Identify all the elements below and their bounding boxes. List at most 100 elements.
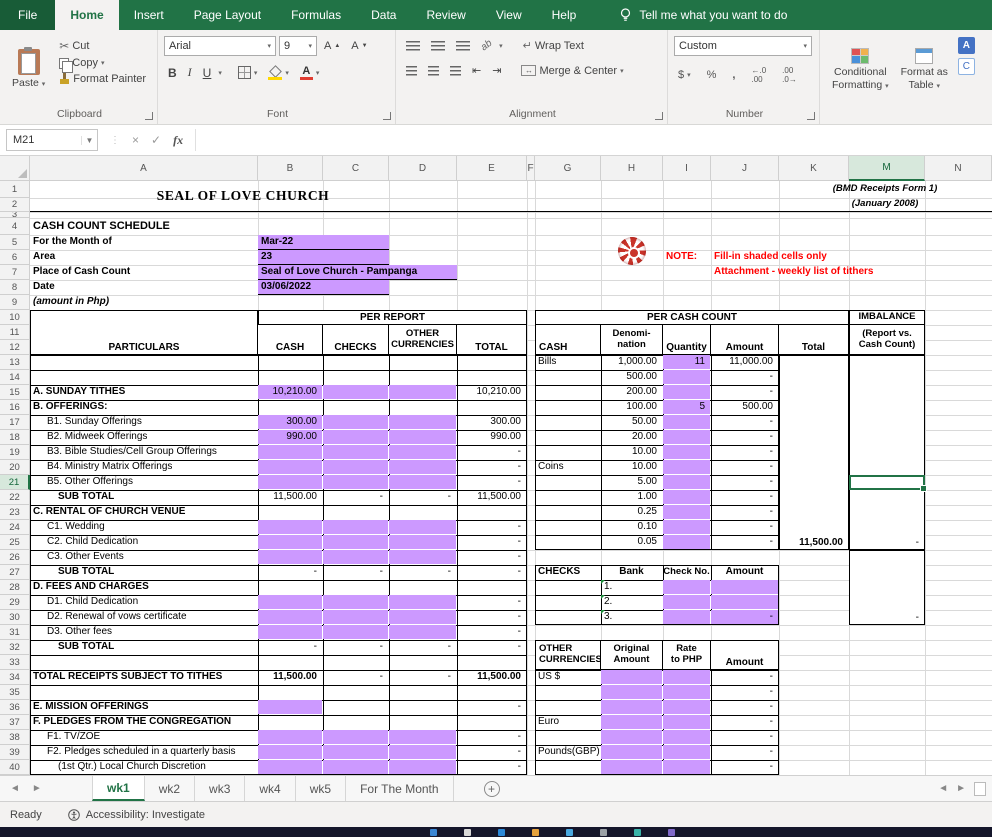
cell-I23[interactable]: [663, 505, 710, 519]
cell-H19[interactable]: 10.00: [601, 445, 662, 459]
cell-E15[interactable]: 10,210.00: [457, 385, 526, 399]
row-header-4[interactable]: 4: [0, 218, 30, 235]
cell-M26[interactable]: -: [849, 550, 925, 625]
cell-E22[interactable]: 11,500.00: [457, 490, 526, 504]
cell-A34[interactable]: TOTAL RECEIPTS SUBJECT TO TITHES: [30, 670, 257, 684]
cell-I20[interactable]: [663, 460, 710, 474]
cell-K1[interactable]: (BMD Receipts Form 1): [779, 181, 991, 197]
cell-A19[interactable]: B3. Bible Studies/Cell Group Offerings: [30, 445, 257, 459]
cell-I19[interactable]: [663, 445, 710, 459]
align-middle-button[interactable]: [427, 39, 449, 53]
cell-A28[interactable]: D. FEES AND CHARGES: [30, 580, 257, 594]
cell-H17[interactable]: 50.00: [601, 415, 662, 429]
cell-E31[interactable]: -: [457, 625, 526, 639]
cell-D22[interactable]: -: [389, 490, 456, 504]
cell-B29[interactable]: [258, 595, 322, 609]
row-header-16[interactable]: 16: [0, 400, 30, 415]
spreadsheet-grid[interactable]: SEAL OF LOVE CHURCH (BMD Receipts Form 1)…: [30, 181, 992, 775]
cell-A17[interactable]: B1. Sunday Offerings: [30, 415, 257, 429]
cell-A37[interactable]: F. PLEDGES FROM THE CONGREGATION: [30, 715, 257, 729]
row-header-18[interactable]: 18: [0, 430, 30, 445]
confirm-entry-button[interactable]: ✓: [151, 133, 161, 147]
row-header-37[interactable]: 37: [0, 715, 30, 730]
cell-I24[interactable]: [663, 520, 710, 534]
cell-J18[interactable]: -: [711, 430, 778, 444]
cell-H36[interactable]: [601, 700, 662, 714]
tell-me-box[interactable]: Tell me what you want to do: [619, 0, 787, 30]
cell-I21[interactable]: [663, 475, 710, 489]
row-header-8[interactable]: 8: [0, 280, 30, 295]
cell-D32[interactable]: -: [389, 640, 456, 654]
cell-B39[interactable]: [258, 745, 322, 759]
cell-B25[interactable]: [258, 535, 322, 549]
cell-A40[interactable]: (1st Qtr.) Local Church Discretion: [30, 760, 257, 774]
cell-M10[interactable]: IMBALANCE: [849, 310, 925, 325]
row-header-29[interactable]: 29: [0, 595, 30, 610]
hscroll-right-icon[interactable]: ►: [956, 783, 966, 794]
name-box-caret-icon[interactable]: ▼: [81, 135, 97, 145]
cell-E27[interactable]: -: [457, 565, 526, 579]
cell-B24[interactable]: [258, 520, 322, 534]
cell-A31[interactable]: D3. Other fees: [30, 625, 257, 639]
sheet-nav-right-icon[interactable]: ►: [32, 783, 42, 794]
cell-I18[interactable]: [663, 430, 710, 444]
row-header-25[interactable]: 25: [0, 535, 30, 550]
cell-J27[interactable]: Amount: [711, 565, 778, 579]
ribbon-tab-help[interactable]: Help: [537, 0, 592, 30]
column-header-E[interactable]: E: [457, 156, 527, 181]
row-header-11[interactable]: 11: [0, 325, 30, 340]
cell-I14[interactable]: [663, 370, 710, 384]
cell-J35[interactable]: -: [711, 685, 778, 699]
ribbon-tab-insert[interactable]: Insert: [119, 0, 179, 30]
cell-M13[interactable]: -: [849, 355, 925, 550]
bold-button[interactable]: B: [164, 64, 181, 82]
cell-E17[interactable]: 300.00: [457, 415, 526, 429]
sheet-tab-wk2[interactable]: wk2: [145, 776, 196, 801]
cell-D26[interactable]: [389, 550, 456, 564]
hscroll-left-icon[interactable]: ◄: [938, 783, 948, 794]
cell-A5[interactable]: For the Month of: [30, 235, 257, 249]
cell-B15[interactable]: 10,210.00: [258, 385, 322, 399]
cell-I40[interactable]: [663, 760, 710, 774]
cell-H11[interactable]: Denomi- nation: [601, 325, 663, 355]
cell-A26[interactable]: C3. Other Events: [30, 550, 257, 564]
cell-A15[interactable]: A. SUNDAY TITHES: [30, 385, 257, 399]
cell-H15[interactable]: 200.00: [601, 385, 662, 399]
ribbon-tab-page-layout[interactable]: Page Layout: [179, 0, 276, 30]
cell-H34[interactable]: [601, 670, 662, 684]
cell-G39[interactable]: Pounds(GBP): [535, 745, 600, 759]
cell-J30[interactable]: -: [711, 610, 778, 624]
column-header-M[interactable]: M: [849, 156, 925, 181]
cell-H14[interactable]: 500.00: [601, 370, 662, 384]
cell-D24[interactable]: [389, 520, 456, 534]
cell-H21[interactable]: 5.00: [601, 475, 662, 489]
column-header-D[interactable]: D: [389, 156, 457, 181]
insert-function-button[interactable]: fx: [173, 133, 183, 148]
cell-D18[interactable]: [389, 430, 456, 444]
sheet-tab-wk4[interactable]: wk4: [245, 776, 296, 801]
cell-A7[interactable]: Place of Cash Count: [30, 265, 257, 279]
cell-G11[interactable]: CASH: [535, 325, 601, 355]
cell-G34[interactable]: US $: [535, 670, 600, 684]
font-size-select[interactable]: 9 ▾: [279, 36, 317, 56]
cell-D30[interactable]: [389, 610, 456, 624]
cell-D20[interactable]: [389, 460, 456, 474]
cell-B6[interactable]: 23: [258, 250, 389, 265]
column-header-F[interactable]: F: [527, 156, 535, 181]
cell-I38[interactable]: [663, 730, 710, 744]
row-header-33[interactable]: 33: [0, 655, 30, 670]
underline-caret[interactable]: ▾: [218, 69, 222, 77]
cell-A36[interactable]: E. MISSION OFFERINGS: [30, 700, 257, 714]
row-header-17[interactable]: 17: [0, 415, 30, 430]
taskbar-app-icon[interactable]: [668, 828, 675, 836]
row-header-6[interactable]: 6: [0, 250, 30, 265]
taskbar-app-icon[interactable]: [498, 828, 505, 836]
row-header-5[interactable]: 5: [0, 235, 30, 250]
select-all-corner[interactable]: [0, 156, 30, 181]
merge-center-button[interactable]: ↔ Merge & Center ▾: [517, 63, 627, 79]
cell-J24[interactable]: -: [711, 520, 778, 534]
cell-A21[interactable]: B5. Other Offerings: [30, 475, 257, 489]
ribbon-tab-view[interactable]: View: [481, 0, 537, 30]
cell-B17[interactable]: 300.00: [258, 415, 322, 429]
cell-B20[interactable]: [258, 460, 322, 474]
